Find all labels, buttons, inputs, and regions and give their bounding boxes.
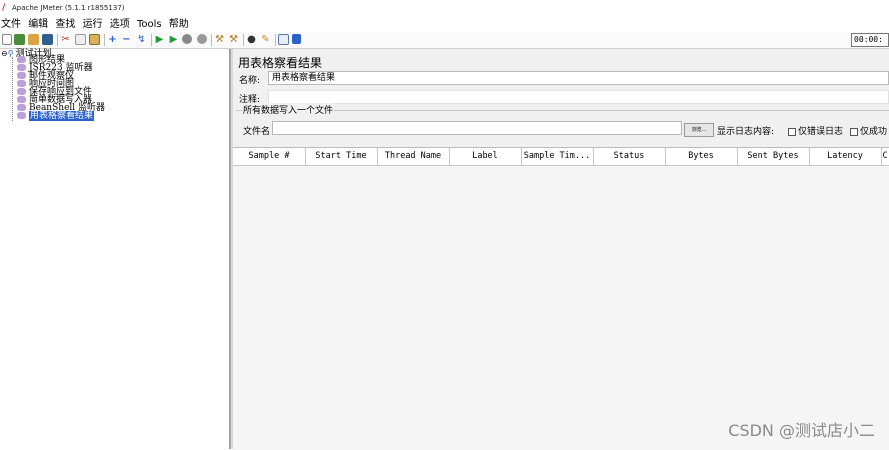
- listener-icon: [17, 104, 26, 111]
- name-label: 名称:: [239, 76, 261, 86]
- column-header-sent-bytes[interactable]: Sent Bytes: [737, 148, 810, 165]
- tree-connector-line: [12, 57, 14, 121]
- start-no-pause-icon[interactable]: ▶: [168, 34, 179, 45]
- tree-item-label: 用表格察看结果: [29, 111, 95, 121]
- stop-icon[interactable]: [182, 34, 192, 44]
- cut-icon[interactable]: ✂: [60, 34, 71, 45]
- toolbar: ✂ + − ↯ ▶ ▶ ⚒ ⚒ ● ✎ 00:00:: [0, 32, 889, 49]
- success-only-option[interactable]: 仅成功: [850, 124, 887, 137]
- test-plan-tree: ⊖⚲ 测试计划 图形结果 JSR223 监听器 邮件观察仪 响应时间图 保存响应到…: [0, 49, 230, 449]
- toolbar-separator: [57, 34, 58, 46]
- column-header-connect-time[interactable]: C: [881, 148, 889, 165]
- jmeter-logo-icon: /: [2, 3, 6, 13]
- function-helper-icon[interactable]: [278, 34, 289, 45]
- elapsed-timer: 00:00:: [851, 33, 889, 47]
- listener-icon: [17, 56, 26, 63]
- column-header-label[interactable]: Label: [449, 148, 522, 165]
- success-only-label: 仅成功: [860, 127, 888, 137]
- search-icon[interactable]: ●: [246, 34, 257, 45]
- listener-icon: [17, 72, 26, 79]
- title-bar: / Apache JMeter (5.1.1 r1855137): [0, 0, 889, 18]
- tree-collapse-icon[interactable]: ⊖: [1, 49, 8, 58]
- new-icon[interactable]: [2, 34, 12, 45]
- help-icon[interactable]: [292, 34, 301, 44]
- menu-file[interactable]: 文件: [1, 17, 21, 32]
- menu-options[interactable]: 选项: [110, 17, 130, 32]
- csdn-watermark: CSDN @测试店小二: [728, 421, 875, 440]
- clear-all-icon[interactable]: ⚒: [228, 34, 239, 45]
- collapse-icon[interactable]: −: [121, 34, 132, 45]
- reset-search-icon[interactable]: ✎: [260, 34, 271, 45]
- filename-input[interactable]: [272, 121, 682, 135]
- panel-title: 用表格察看结果: [238, 56, 323, 70]
- comment-field[interactable]: [268, 90, 889, 104]
- copy-icon[interactable]: [75, 34, 86, 45]
- results-table-header: Sample # Start Time Thread Name Label Sa…: [233, 148, 889, 166]
- name-field[interactable]: 用表格察看结果: [268, 71, 889, 85]
- expand-icon[interactable]: +: [107, 34, 118, 45]
- clear-icon[interactable]: ⚒: [214, 34, 225, 45]
- write-to-file-legend: 所有数据写入一个文件: [242, 103, 335, 116]
- column-header-bytes[interactable]: Bytes: [665, 148, 738, 165]
- menu-search[interactable]: 查找: [55, 17, 75, 32]
- window-title: Apache JMeter (5.1.1 r1855137): [12, 4, 125, 12]
- paste-icon[interactable]: [89, 34, 100, 45]
- listener-icon: [17, 80, 26, 87]
- test-plan-icon: ⚲: [7, 49, 14, 58]
- toolbar-separator: [243, 34, 244, 46]
- column-header-sample-number[interactable]: Sample #: [233, 148, 306, 165]
- success-only-checkbox[interactable]: [850, 127, 858, 136]
- filename-label: 文件名: [243, 127, 271, 137]
- errors-only-option[interactable]: 仅错误日志: [788, 124, 843, 137]
- listener-icon: [17, 112, 26, 119]
- toolbar-separator: [104, 34, 105, 46]
- menu-run[interactable]: 运行: [83, 17, 103, 32]
- menu-tools[interactable]: Tools: [137, 17, 162, 32]
- menu-help[interactable]: 帮助: [169, 17, 189, 32]
- tree-item-view-results-table[interactable]: 用表格察看结果: [17, 111, 95, 121]
- results-table: Sample # Start Time Thread Name Label Sa…: [233, 147, 889, 450]
- column-header-start-time[interactable]: Start Time: [305, 148, 378, 165]
- save-icon[interactable]: [42, 34, 53, 45]
- listener-icon: [17, 88, 26, 95]
- column-header-thread-name[interactable]: Thread Name: [377, 148, 450, 165]
- column-header-latency[interactable]: Latency: [809, 148, 882, 165]
- menu-edit[interactable]: 编辑: [28, 17, 48, 32]
- toolbar-separator: [275, 34, 276, 46]
- browse-button[interactable]: 浏览...: [684, 123, 714, 137]
- view-results-table-panel: 用表格察看结果 名称: 用表格察看结果 注释: 所有数据写入一个文件 文件名 浏…: [233, 49, 889, 450]
- toggle-icon[interactable]: ↯: [136, 34, 147, 45]
- column-header-status[interactable]: Status: [593, 148, 666, 165]
- menu-bar: 文件 编辑 查找 运行 选项 Tools 帮助: [0, 17, 889, 32]
- open-icon[interactable]: [28, 34, 39, 45]
- listener-icon: [17, 96, 26, 103]
- shutdown-icon[interactable]: [197, 34, 207, 44]
- toolbar-separator: [211, 34, 212, 46]
- log-content-label: 显示日志内容:: [717, 127, 775, 137]
- column-header-sample-time[interactable]: Sample Tim...: [521, 148, 594, 165]
- templates-icon[interactable]: [14, 34, 25, 45]
- toolbar-separator: [151, 34, 152, 46]
- listener-icon: [17, 64, 26, 71]
- errors-only-checkbox[interactable]: [788, 127, 796, 136]
- errors-only-label: 仅错误日志: [798, 127, 844, 137]
- start-icon[interactable]: ▶: [154, 34, 165, 45]
